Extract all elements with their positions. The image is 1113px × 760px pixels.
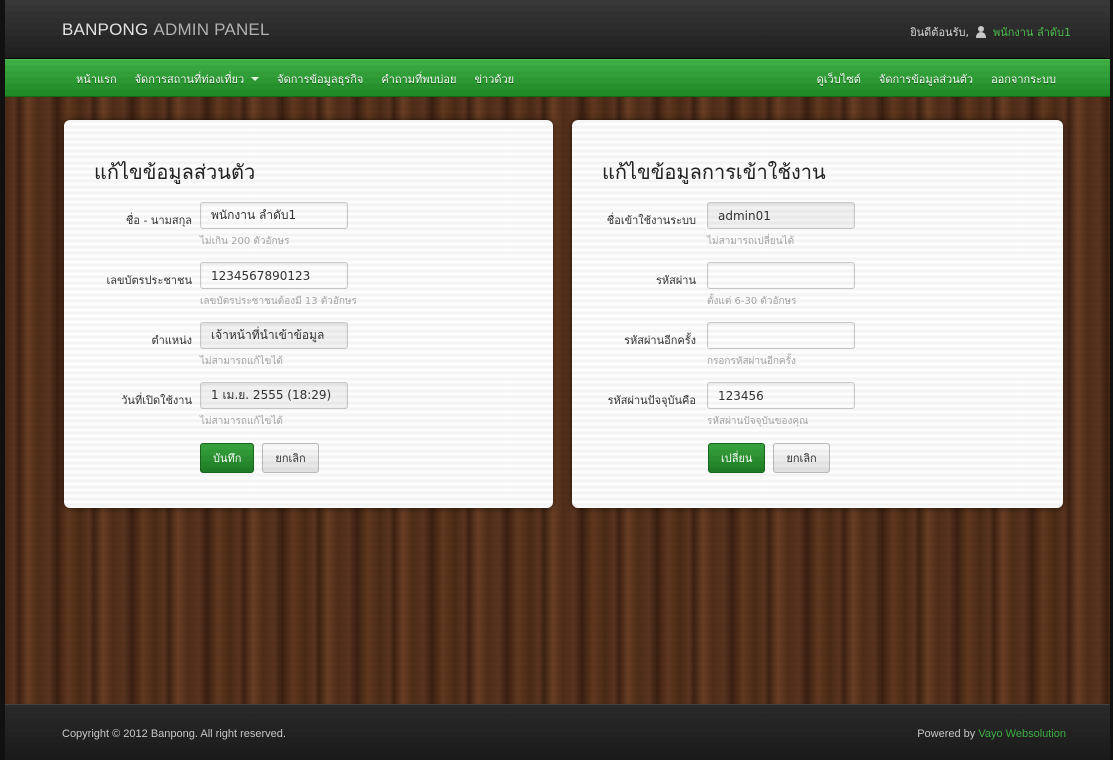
password-label: รหัสผ่าน: [655, 274, 696, 287]
current-password-label: รหัสผ่านปัจจุบันคือ: [607, 394, 696, 407]
fullname-help: ไม่เกิน 200 ตัวอักษร: [200, 236, 290, 247]
nav-item-label: จัดการสถานที่ท่องเที่ยว: [134, 73, 245, 86]
password-confirm-help: กรอกรหัสผ่านอีกครั้ง: [707, 356, 796, 367]
nav-item-label: จัดการข้อมูลธุรกิจ: [277, 73, 364, 86]
position-help: ไม่สามารถแก้ไขได้: [200, 356, 283, 367]
citizen-id-input[interactable]: [200, 262, 348, 289]
activation-date-label: วันที่เปิดใช้งาน: [121, 394, 192, 407]
activation-date-input: [200, 382, 348, 409]
brand-light: ADMIN PANEL: [153, 20, 270, 39]
welcome-text: ยินดีต้อนรับ,: [910, 26, 969, 39]
cancel-button[interactable]: ยกเลิก: [773, 443, 830, 473]
nav-item-view-website[interactable]: ดูเว็บไซต์: [808, 70, 870, 88]
profile-panel: แก้ไขข้อมูลส่วนตัว ชื่อ - นามสกุล ไม่เกิ…: [64, 120, 553, 508]
password-confirm-input[interactable]: [707, 322, 855, 349]
nav-item-manage-business[interactable]: จัดการข้อมูลธุรกิจ: [268, 70, 372, 88]
login-actions: เปลี่ยน ยกเลิก: [708, 443, 830, 473]
citizen-id-help: เลขบัตรประชาชนต้องมี 13 ตัวอักษร: [200, 296, 357, 307]
username-input: [707, 202, 855, 229]
position-label: ตำแหน่ง: [151, 334, 192, 347]
nav-item-manage-attractions[interactable]: จัดการสถานที่ท่องเที่ยว: [126, 70, 269, 88]
password-input[interactable]: [707, 262, 855, 289]
page-background: BANPONG ADMIN PANEL ยินดีต้อนรับ, พนักงาน…: [5, 0, 1110, 760]
top-header: BANPONG ADMIN PANEL ยินดีต้อนรับ, พนักงาน…: [5, 0, 1110, 59]
main-nav: หน้าแรก จัดการสถานที่ท่องเที่ยว จัดการข้…: [5, 59, 1110, 97]
password-confirm-label: รหัสผ่านอีกครั้ง: [624, 334, 696, 347]
brand-bold: BANPONG: [62, 20, 149, 39]
brand-logo[interactable]: BANPONG ADMIN PANEL: [62, 20, 270, 40]
save-button[interactable]: บันทึก: [200, 443, 255, 473]
powered-prefix: Powered by: [917, 728, 976, 740]
profile-title: แก้ไขข้อมูลส่วนตัว: [94, 160, 256, 184]
nav-item-manage-profile[interactable]: จัดการข้อมูลส่วนตัว: [870, 70, 982, 88]
nav-right: ดูเว็บไซต์ จัดการข้อมูลส่วนตัว ออกจากระบ…: [808, 60, 1065, 98]
vendor-link[interactable]: Vayo Websolution: [978, 728, 1066, 740]
welcome-area: ยินดีต้อนรับ, พนักงาน ลำดับ1: [910, 23, 1071, 41]
nav-item-label: จัดการข้อมูลส่วนตัว: [878, 73, 974, 86]
fullname-input[interactable]: [200, 202, 348, 229]
position-input: [200, 322, 348, 349]
current-password-help: รหัสผ่านปัจจุบันของคุณ: [707, 416, 809, 427]
user-name-link[interactable]: พนักงาน ลำดับ1: [993, 23, 1071, 41]
login-title: แก้ไขข้อมูลการเข้าใช้งาน: [602, 160, 826, 184]
nav-item-news[interactable]: ข่าวด้วย: [465, 70, 523, 88]
nav-left: หน้าแรก จัดการสถานที่ท่องเที่ยว จัดการข้…: [67, 60, 523, 98]
nav-item-label: ออกจากระบบ: [991, 73, 1056, 86]
activation-date-help: ไม่สามารถแก้ไขได้: [200, 416, 283, 427]
nav-item-label: หน้าแรก: [76, 73, 117, 86]
password-help: ตั้งแต่ 6-30 ตัวอักษร: [707, 296, 797, 307]
username-label: ชื่อเข้าใช้งานระบบ: [606, 214, 696, 227]
nav-item-faq[interactable]: คำถามที่พบบ่อย: [372, 70, 465, 88]
login-panel: แก้ไขข้อมูลการเข้าใช้งาน ชื่อเข้าใช้งานร…: [572, 120, 1063, 508]
current-password-input[interactable]: [707, 382, 855, 409]
copyright-text: Copyright © 2012 Banpong. All right rese…: [62, 728, 286, 740]
change-password-button[interactable]: เปลี่ยน: [708, 443, 766, 473]
nav-item-label: คำถามที่พบบ่อย: [381, 73, 457, 86]
chevron-down-icon: [251, 77, 260, 81]
nav-item-label: ดูเว็บไซต์: [816, 73, 861, 86]
fullname-label: ชื่อ - นามสกุล: [125, 214, 192, 227]
citizen-id-label: เลขบัตรประชาชน: [106, 274, 192, 287]
cancel-button[interactable]: ยกเลิก: [262, 443, 319, 473]
username-help: ไม่สามารถเปลี่ยนได้: [707, 236, 795, 247]
user-icon: [975, 26, 987, 38]
footer: Copyright © 2012 Banpong. All right rese…: [5, 704, 1110, 760]
powered-by: Powered by Vayo Websolution: [917, 728, 1066, 740]
nav-item-logout[interactable]: ออกจากระบบ: [982, 70, 1065, 88]
nav-item-home[interactable]: หน้าแรก: [67, 70, 126, 88]
nav-item-label: ข่าวด้วย: [474, 73, 515, 86]
profile-actions: บันทึก ยกเลิก: [200, 443, 319, 473]
